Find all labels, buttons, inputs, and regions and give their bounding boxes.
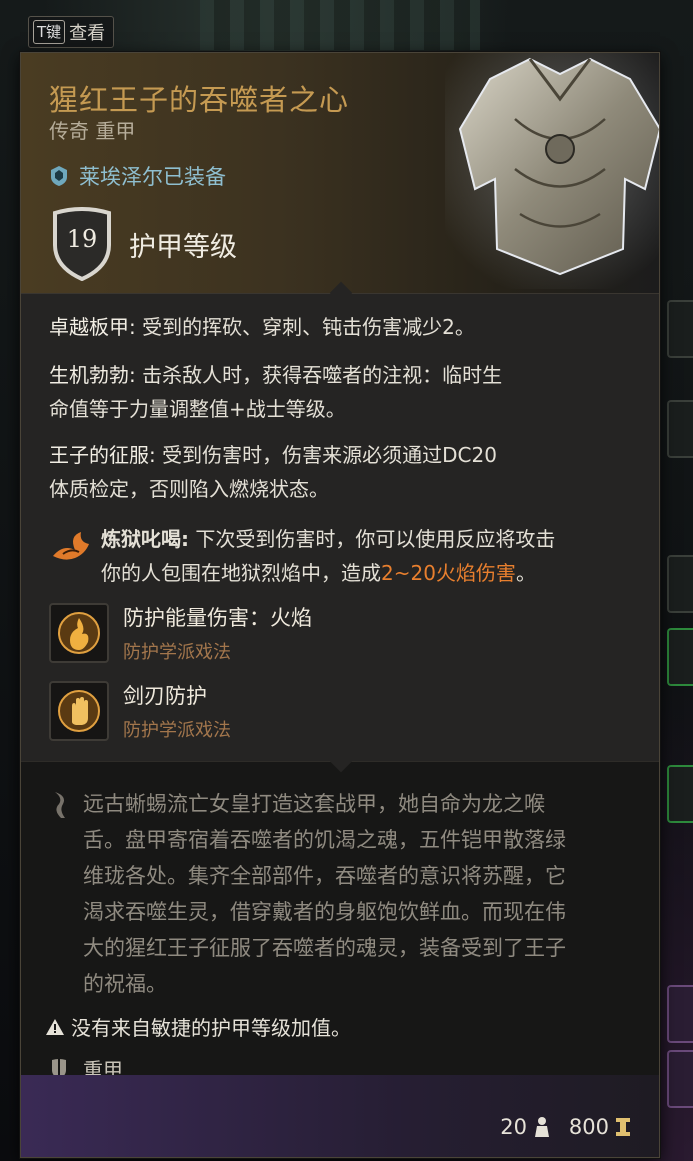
item-lore-section: 远古蜥蜴流亡女皇打造这套战甲，她自命为龙之喉 舌。盘甲寄宿着吞噬者的饥渴之魂，五… — [21, 749, 659, 1082]
reaction-flame-icon — [53, 532, 89, 560]
property-text: 受到伤害时，伤害来源必须通过DC20 — [155, 443, 497, 467]
spell-blade-ward[interactable]: 剑刃防护 防护学派戏法 — [49, 680, 231, 742]
gold-value: 800 — [568, 1115, 609, 1139]
background-scenery — [200, 0, 480, 50]
property-princes-conquest: 王子的征服: 受到伤害时，伤害来源必须通过DC20 体质检定，否则陷入燃烧状态。 — [49, 438, 639, 506]
property-text: 体质检定，否则陷入燃烧状态。 — [49, 477, 329, 501]
gold-coin-icon — [616, 1118, 630, 1136]
weight-value: 20 — [500, 1115, 527, 1139]
lore-line: 渴求吞噬生灵，借穿戴者的身躯饱饮鲜血。而现在伟 — [83, 900, 566, 924]
equipped-icon — [51, 166, 67, 186]
armor-image — [445, 53, 659, 289]
equipped-label: 莱埃泽尔已装备 — [79, 165, 226, 189]
armor-class-shield-icon: 19 — [51, 207, 113, 282]
property-superior-plate: 卓越板甲: 受到的挥砍、穿刺、钝击伤害减少2。 — [49, 310, 639, 344]
side-slot[interactable] — [667, 400, 693, 458]
property-text: 受到的挥砍、穿刺、钝击伤害减少2。 — [135, 315, 475, 339]
item-properties: 卓越板甲: 受到的挥砍、穿刺、钝击伤害减少2。 生机勃勃: 击杀敌人时，获得吞噬… — [21, 281, 659, 761]
item-name: 猩红王子的吞噬者之心 — [49, 83, 350, 117]
lore-text: 远古蜥蜴流亡女皇打造这套战甲，她自命为龙之喉 舌。盘甲寄宿着吞噬者的饥渴之魂，五… — [83, 786, 643, 1002]
side-slot[interactable] — [667, 985, 693, 1043]
weight-icon — [535, 1117, 549, 1137]
property-text: 击杀敌人时，获得吞噬者的注视：临时生 — [135, 363, 503, 387]
warning-icon — [46, 1018, 64, 1035]
armor-class-label: 护甲等级 — [129, 231, 237, 263]
equipped-status: 莱埃泽尔已装备 — [49, 161, 226, 191]
side-slot[interactable] — [667, 765, 693, 823]
quill-icon — [55, 792, 65, 818]
reaction-text: 。 — [515, 561, 536, 585]
dex-warning: 没有来自敏捷的护甲等级加值。 — [45, 1012, 351, 1041]
reaction-text: 下次受到伤害时，你可以使用反应将攻击 — [189, 527, 556, 551]
spell-name: 剑刃防护 — [123, 684, 207, 708]
lore-line: 远古蜥蜴流亡女皇打造这套战甲，她自命为龙之喉 — [83, 792, 545, 816]
item-tooltip: 猩红王子的吞噬者之心 传奇 重甲 莱埃泽尔已装备 19 护甲等级 卓越板甲: 受… — [20, 52, 660, 1158]
reaction-text: 你的人包围在地狱烈焰中，造成 — [101, 561, 381, 585]
item-rarity-type: 传奇 重甲 — [49, 119, 136, 143]
property-name: 生机勃勃: — [49, 363, 136, 387]
lore-line: 大的猩红王子征服了吞噬者的魂灵，装备受到了王子 — [83, 936, 566, 960]
armor-class-value: 19 — [66, 225, 98, 253]
spell-name: 防护能量伤害：火焰 — [123, 606, 312, 630]
item-value: 800 — [569, 1115, 631, 1139]
reaction-name: 炼狱叱喝: — [101, 527, 189, 551]
warning-text: 没有来自敏捷的护甲等级加值。 — [71, 1016, 351, 1040]
tooltip-footer: 20 800 — [21, 1075, 659, 1157]
hotkey-key: T键 — [33, 20, 66, 44]
property-vitality: 生机勃勃: 击杀敌人时，获得吞噬者的注视：临时生 命值等于力量调整值+战士等级。 — [49, 358, 639, 426]
hotkey-label: 查看 — [69, 23, 106, 44]
inspect-hotkey-hint[interactable]: T键 查看 — [28, 16, 115, 48]
armor-class-row: 19 护甲等级 — [51, 207, 237, 282]
hand-ward-icon[interactable] — [49, 681, 109, 741]
tooltip-header: 猩红王子的吞噬者之心 传奇 重甲 莱埃泽尔已装备 19 护甲等级 — [21, 53, 659, 293]
item-weight: 20 — [500, 1115, 551, 1139]
side-slot[interactable] — [667, 628, 693, 686]
lore-line: 维珑各处。集齐全部部件，吞噬者的意识将苏醒，它 — [83, 864, 566, 888]
property-text: 命值等于力量调整值+战士等级。 — [49, 397, 346, 421]
lore-line: 舌。盘甲寄宿着吞噬者的饥渴之魂，五件铠甲散落绿 — [83, 828, 566, 852]
reaction-damage: 2~20火焰伤害 — [381, 561, 516, 585]
reaction-hellish-rebuke: 炼狱叱喝: 下次受到伤害时，你可以使用反应将攻击 你的人包围在地狱烈焰中，造成2… — [49, 522, 639, 590]
side-slot[interactable] — [667, 300, 693, 358]
spell-school: 防护学派戏法 — [123, 642, 231, 663]
spell-school: 防护学派戏法 — [123, 720, 231, 741]
property-name: 卓越板甲: — [49, 315, 136, 339]
lore-line: 的祝福。 — [83, 972, 167, 996]
fire-ward-icon[interactable] — [49, 603, 109, 663]
spell-protection-fire[interactable]: 防护能量伤害：火焰 防护学派戏法 — [49, 602, 312, 664]
property-name: 王子的征服: — [49, 443, 156, 467]
side-slot[interactable] — [667, 555, 693, 613]
side-slot[interactable] — [667, 1050, 693, 1108]
